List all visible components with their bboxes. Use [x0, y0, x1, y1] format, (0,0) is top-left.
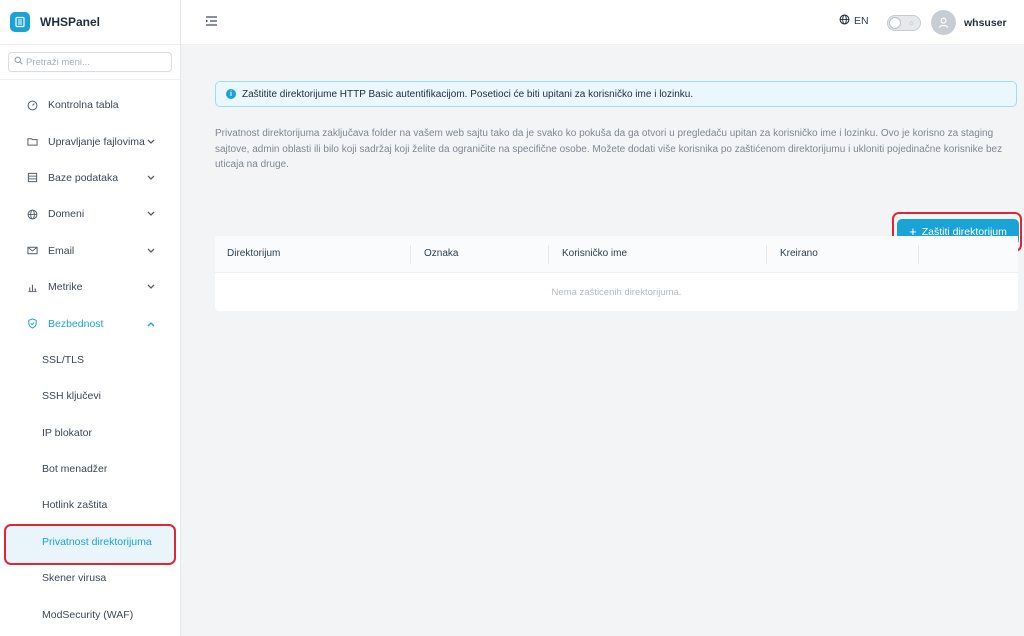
chevron-down-icon — [146, 173, 156, 183]
top-header: EN ☼ whsuser — [181, 0, 1024, 45]
info-alert: i Zaštitite direktorijume HTTP Basic aut… — [215, 81, 1017, 107]
sidebar-subitem-ssl-tls[interactable]: SSL/TLS — [0, 342, 180, 378]
column-header-created[interactable]: Kreirano — [780, 248, 818, 259]
sidebar-item-domains[interactable]: Domeni — [0, 196, 180, 232]
mail-icon — [26, 245, 38, 257]
chevron-up-icon — [146, 319, 156, 329]
search-box[interactable] — [8, 52, 172, 72]
menu-search — [0, 45, 180, 80]
search-input[interactable] — [26, 56, 156, 68]
language-label: EN — [854, 15, 869, 27]
page-description: Privatnost direktorijuma zaključava fold… — [215, 128, 1003, 170]
sidebar-item-email[interactable]: Email — [0, 233, 180, 269]
sidebar-subitem-label: ModSecurity (WAF) — [42, 608, 134, 621]
info-icon: i — [226, 89, 236, 99]
sidebar-subitem-hotlink-protection[interactable]: Hotlink zaštita — [0, 487, 180, 523]
gauge-icon — [26, 99, 38, 111]
column-divider — [410, 245, 411, 264]
sidebar-item-metrics[interactable]: Metrike — [0, 269, 180, 305]
avatar[interactable] — [931, 10, 956, 35]
toggle-knob — [889, 17, 901, 29]
column-header-directory[interactable]: Direktorijum — [227, 248, 280, 259]
language-switcher[interactable]: EN — [839, 14, 869, 28]
sidebar-subitem-label: Skener virusa — [42, 572, 107, 585]
column-divider — [918, 245, 919, 264]
sidebar-item-label: Baze podataka — [48, 171, 119, 184]
sidebar-item-dashboard[interactable]: Kontrolna tabla — [0, 87, 180, 123]
column-header-username[interactable]: Korisničko ime — [562, 248, 627, 259]
sidebar-item-label: Domeni — [48, 208, 85, 221]
column-divider — [548, 245, 549, 264]
globe-icon — [839, 14, 850, 28]
globe-icon — [26, 208, 38, 220]
protected-directories-table: Direktorijum Oznaka Korisničko ime Kreir… — [215, 236, 1018, 311]
sidebar-subitem-directory-privacy[interactable]: Privatnost direktorijuma — [0, 524, 180, 560]
sidebar-item-label: Bezbednost — [48, 317, 104, 330]
app-logo-icon — [10, 12, 30, 32]
sidebar-item-label: Upravljanje fajlovima — [48, 135, 145, 148]
table-header: Direktorijum Oznaka Korisničko ime Kreir… — [215, 236, 1018, 273]
sidebar-subitem-label: SSL/TLS — [42, 353, 85, 366]
shield-icon — [26, 318, 38, 330]
collapse-menu-icon[interactable] — [205, 15, 219, 29]
sidebar: WHSPanel Kontrolna tabla Upravljanje faj… — [0, 0, 181, 636]
table-empty-state: Nema zaštićenih direktorijuma. — [551, 286, 682, 298]
sidebar-subitem-ip-blocker[interactable]: IP blokator — [0, 415, 180, 451]
sidebar-subitem-label: IP blokator — [42, 426, 93, 439]
alert-text: Zaštitite direktorijume HTTP Basic auten… — [242, 88, 694, 100]
sidebar-subitem-label: SSH ključevi — [42, 390, 101, 403]
search-icon — [14, 56, 23, 68]
sidebar-item-label: Kontrolna tabla — [48, 99, 119, 112]
chevron-down-icon — [146, 246, 156, 256]
sidebar-subitem-bot-manager[interactable]: Bot menadžer — [0, 451, 180, 487]
database-icon — [26, 172, 38, 184]
column-header-label[interactable]: Oznaka — [424, 248, 458, 259]
sidebar-item-file-manager[interactable]: Upravljanje fajlovima — [0, 123, 180, 159]
sidebar-subitem-label: Hotlink zaštita — [42, 499, 108, 512]
app-name: WHSPanel — [40, 15, 101, 29]
chevron-down-icon — [146, 137, 156, 147]
sidebar-subitem-ssh-keys[interactable]: SSH ključevi — [0, 378, 180, 414]
sun-icon: ☼ — [907, 18, 915, 27]
sidebar-subitem-label: Bot menadžer — [42, 463, 108, 476]
sidebar-subitem-modsecurity[interactable]: ModSecurity (WAF) — [0, 596, 180, 632]
chart-icon — [26, 281, 38, 293]
sidebar-item-databases[interactable]: Baze podataka — [0, 160, 180, 196]
sidebar-subitem-virus-scanner[interactable]: Skener virusa — [0, 560, 180, 596]
sidebar-item-label: Metrike — [48, 281, 83, 294]
sidebar-item-security[interactable]: Bezbednost — [0, 305, 180, 341]
sidebar-subitem-label: Privatnost direktorijuma — [42, 535, 152, 548]
theme-toggle[interactable]: ☼ — [887, 15, 921, 31]
column-divider — [766, 245, 767, 264]
sidebar-menu: Kontrolna tabla Upravljanje fajlovima Ba… — [0, 87, 180, 633]
chevron-down-icon — [146, 209, 156, 219]
sidebar-item-label: Email — [48, 244, 75, 257]
chevron-down-icon — [146, 282, 156, 292]
folder-icon — [26, 136, 38, 148]
username[interactable]: whsuser — [964, 17, 1007, 29]
brand[interactable]: WHSPanel — [0, 0, 180, 45]
